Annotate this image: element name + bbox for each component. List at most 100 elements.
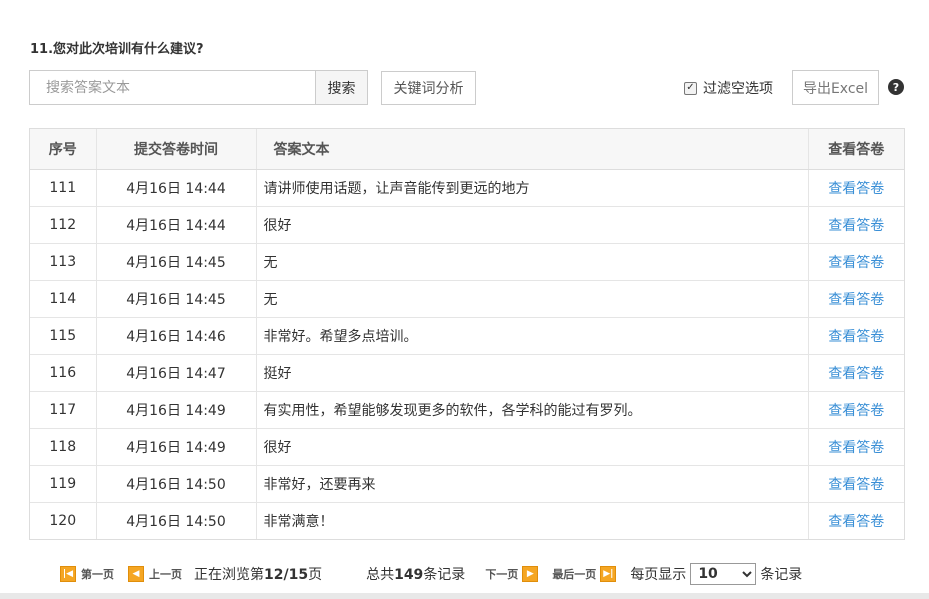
export-excel-button[interactable]: 导出Excel (792, 70, 879, 105)
table-row: 113 4月16日 14:45 无 查看答卷 (30, 243, 904, 281)
row-time: 4月16日 14:47 (96, 354, 257, 392)
view-answer-link[interactable]: 查看答卷 (828, 440, 884, 456)
table-row: 117 4月16日 14:49 有实用性，希望能够发现更多的软件，各学科的能过有… (30, 391, 904, 429)
table-header-row: 序号 提交答卷时间 答案文本 查看答卷 (30, 129, 904, 170)
row-answer-text: 很好 (256, 206, 809, 244)
browsing-prefix: 正在浏览第 (194, 567, 264, 583)
view-answer-link[interactable]: 查看答卷 (828, 477, 884, 493)
help-icon[interactable]: ? (888, 79, 904, 95)
view-answer-link[interactable]: 查看答卷 (828, 292, 884, 308)
row-index: 113 (30, 243, 97, 281)
row-view-cell: 查看答卷 (808, 206, 904, 244)
row-time: 4月16日 14:45 (96, 243, 257, 281)
view-answer-link[interactable]: 查看答卷 (828, 514, 884, 530)
row-index: 117 (30, 391, 97, 429)
last-page-button[interactable]: 最后一页 ▶| (552, 566, 617, 582)
header-index: 序号 (30, 129, 97, 170)
header-view: 查看答卷 (808, 129, 904, 170)
total-count: 149 (394, 567, 424, 583)
filter-empty-option[interactable]: ✓ 过滤空选项 (684, 78, 773, 98)
prev-page-button[interactable]: ◀ 上一页 (128, 566, 182, 582)
header-time: 提交答卷时间 (96, 129, 257, 170)
pagination: |◀ 第一页 ◀ 上一页 正在浏览第12/15页 总共149条记录 下一页 ▶ … (60, 563, 803, 585)
row-answer-text: 很好 (256, 428, 809, 466)
first-page-icon: |◀ (60, 566, 76, 582)
table-row: 112 4月16日 14:44 很好 查看答卷 (30, 206, 904, 244)
row-view-cell: 查看答卷 (808, 465, 904, 503)
row-time: 4月16日 14:49 (96, 428, 257, 466)
total-prefix: 总共 (366, 567, 395, 583)
first-page-button[interactable]: |◀ 第一页 (60, 566, 114, 582)
filter-label: 过滤空选项 (703, 81, 773, 97)
search-input[interactable] (29, 70, 315, 105)
table-row: 115 4月16日 14:46 非常好。希望多点培训。 查看答卷 (30, 317, 904, 355)
keyword-analysis-button[interactable]: 关键词分析 (381, 71, 476, 105)
row-view-cell: 查看答卷 (808, 428, 904, 466)
row-view-cell: 查看答卷 (808, 169, 904, 207)
view-answer-link[interactable]: 查看答卷 (828, 218, 884, 234)
view-answer-link[interactable]: 查看答卷 (828, 255, 884, 271)
row-answer-text: 请讲师使用话题，让声音能传到更远的地方 (256, 169, 809, 207)
row-view-cell: 查看答卷 (808, 354, 904, 392)
view-answer-link[interactable]: 查看答卷 (828, 366, 884, 382)
row-time: 4月16日 14:45 (96, 280, 257, 318)
view-answer-link[interactable]: 查看答卷 (828, 329, 884, 345)
row-time: 4月16日 14:44 (96, 206, 257, 244)
total-records: 总共149条记录 (366, 564, 465, 584)
row-view-cell: 查看答卷 (808, 317, 904, 355)
row-index: 115 (30, 317, 97, 355)
row-index: 111 (30, 169, 97, 207)
row-view-cell: 查看答卷 (808, 280, 904, 318)
row-answer-text: 无 (256, 280, 809, 318)
next-page-label: 下一页 (485, 568, 519, 581)
row-index: 116 (30, 354, 97, 392)
prev-page-label: 上一页 (149, 568, 182, 581)
prev-page-icon: ◀ (128, 566, 144, 582)
view-answer-link[interactable]: 查看答卷 (828, 403, 884, 419)
row-index: 112 (30, 206, 97, 244)
current-page: 12/15 (264, 567, 309, 583)
horizontal-scrollbar[interactable] (0, 593, 929, 599)
answers-table: 序号 提交答卷时间 答案文本 查看答卷 111 4月16日 14:44 请讲师使… (29, 128, 905, 540)
row-index: 114 (30, 280, 97, 318)
page-size-suffix: 条记录 (760, 567, 803, 583)
row-view-cell: 查看答卷 (808, 243, 904, 281)
row-index: 120 (30, 502, 97, 539)
header-text: 答案文本 (256, 129, 809, 170)
row-index: 119 (30, 465, 97, 503)
row-time: 4月16日 14:50 (96, 465, 257, 503)
row-time: 4月16日 14:50 (96, 502, 257, 539)
row-answer-text: 非常好，还要再来 (256, 465, 809, 503)
next-page-icon: ▶ (522, 566, 539, 582)
table-row: 119 4月16日 14:50 非常好，还要再来 查看答卷 (30, 465, 904, 503)
total-suffix: 条记录 (423, 567, 466, 583)
row-answer-text: 有实用性，希望能够发现更多的软件，各学科的能过有罗列。 (256, 391, 809, 429)
table-row: 118 4月16日 14:49 很好 查看答卷 (30, 428, 904, 466)
next-page-button[interactable]: 下一页 ▶ (485, 566, 539, 582)
row-time: 4月16日 14:49 (96, 391, 257, 429)
table-row: 111 4月16日 14:44 请讲师使用话题，让声音能传到更远的地方 查看答卷 (30, 169, 904, 207)
row-answer-text: 挺好 (256, 354, 809, 392)
question-title: 11.您对此次培训有什么建议? (30, 42, 204, 57)
row-answer-text: 无 (256, 243, 809, 281)
table-row: 116 4月16日 14:47 挺好 查看答卷 (30, 354, 904, 392)
browsing-suffix: 页 (308, 567, 323, 583)
row-answer-text: 非常满意！ (256, 502, 809, 539)
row-time: 4月16日 14:44 (96, 169, 257, 207)
view-answer-link[interactable]: 查看答卷 (828, 181, 884, 197)
search-box: 搜索 (29, 70, 368, 105)
checkmark-icon: ✓ (686, 82, 695, 93)
browsing-status: 正在浏览第12/15页 (194, 564, 322, 584)
row-view-cell: 查看答卷 (808, 391, 904, 429)
page-size-prefix: 每页显示 (630, 567, 687, 583)
page-size-select[interactable]: 10 (690, 563, 757, 585)
search-button[interactable]: 搜索 (315, 70, 368, 105)
last-page-icon: ▶| (600, 566, 617, 582)
table-row: 120 4月16日 14:50 非常满意！ 查看答卷 (30, 502, 904, 539)
row-index: 118 (30, 428, 97, 466)
filter-checkbox[interactable]: ✓ (684, 81, 697, 95)
table-row: 114 4月16日 14:45 无 查看答卷 (30, 280, 904, 318)
first-page-label: 第一页 (81, 568, 114, 581)
row-time: 4月16日 14:46 (96, 317, 257, 355)
row-view-cell: 查看答卷 (808, 502, 904, 539)
